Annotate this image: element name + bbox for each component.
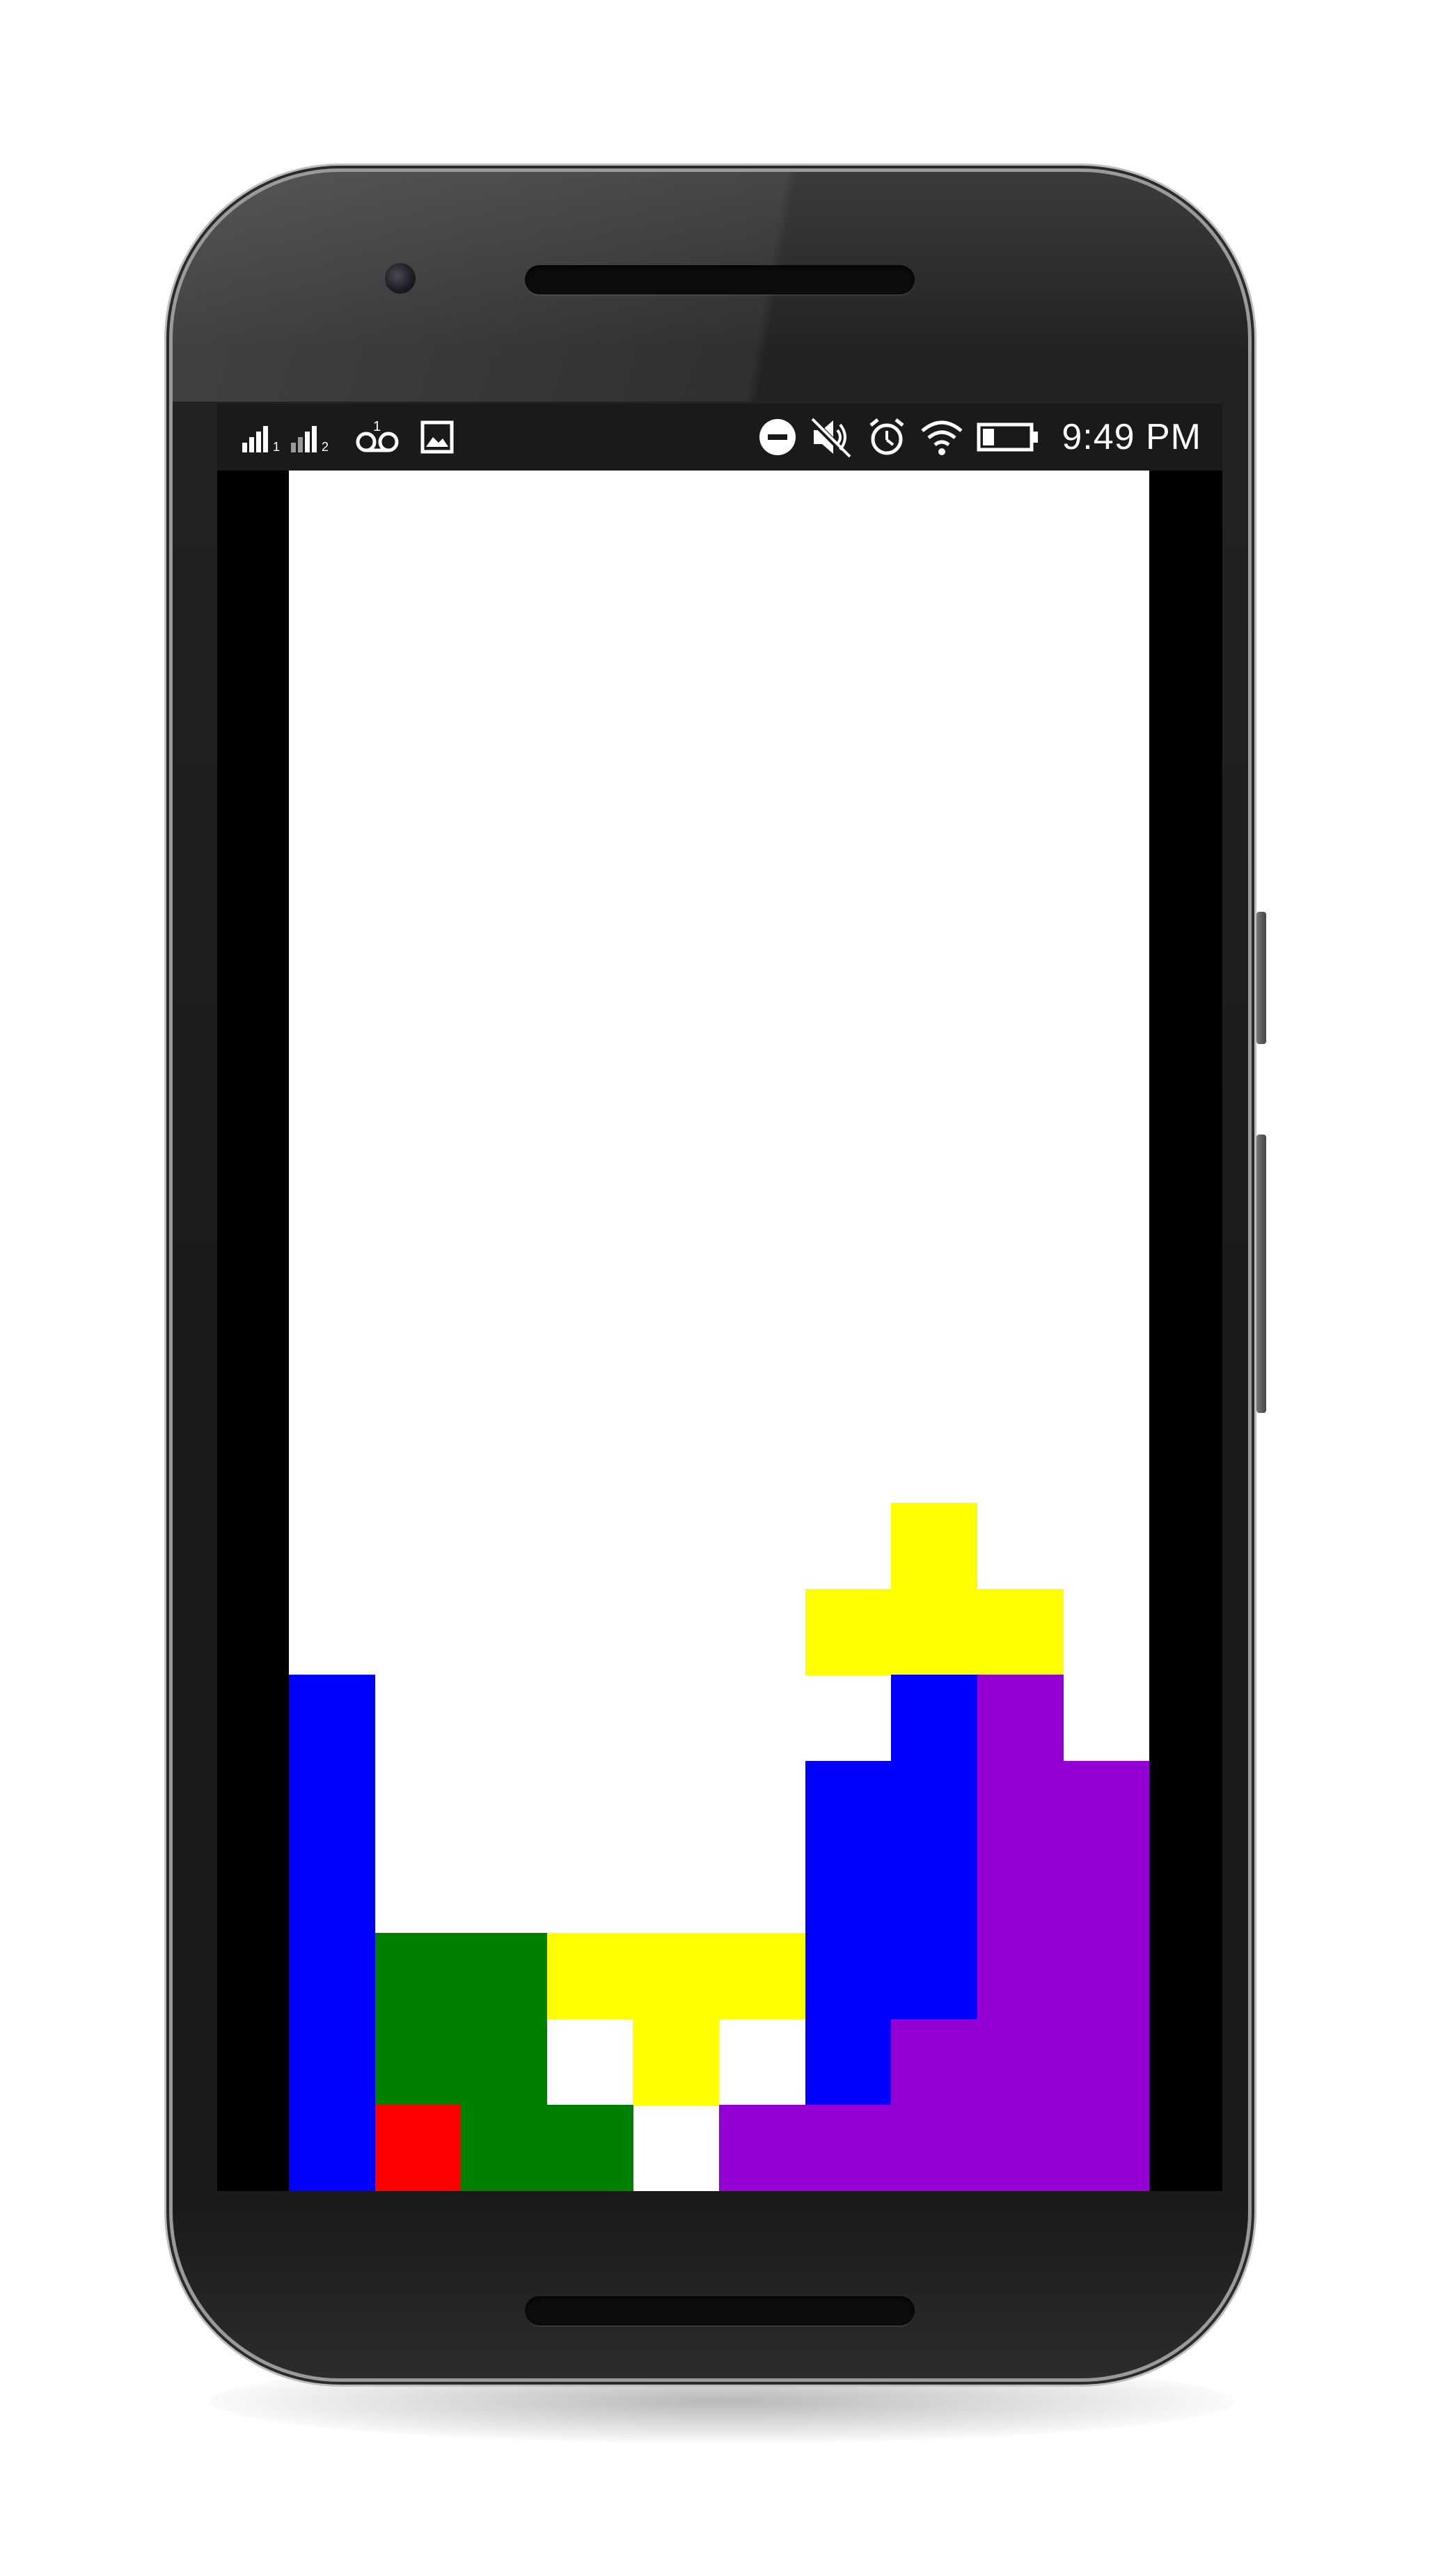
battery-icon: [977, 422, 1039, 452]
block-blue: [289, 1847, 375, 1934]
block-purple: [805, 2105, 892, 2191]
block-blue: [289, 2105, 375, 2191]
block-purple: [977, 1847, 1064, 1934]
block-blue: [891, 1847, 978, 1934]
sim1-label: 1: [273, 440, 281, 454]
block-blue: [805, 1847, 892, 1934]
status-bar-time: 9:49 PM: [1062, 417, 1201, 457]
top-speaker-grille: [525, 265, 915, 294]
block-purple: [977, 1933, 1064, 2020]
alarm-icon: [867, 417, 907, 457]
status-bar-left: 1 2 1: [242, 416, 454, 458]
block-green: [374, 1933, 462, 2020]
block-yellow: [891, 1588, 978, 1675]
power-button[interactable]: [1256, 912, 1266, 1044]
block-purple: [977, 2018, 1064, 2105]
block-blue: [289, 2018, 375, 2105]
block-red: [374, 2105, 462, 2191]
block-purple: [977, 1761, 1064, 1847]
do-not-disturb-icon: [758, 418, 797, 457]
wifi-icon: [920, 418, 964, 456]
block-green: [461, 1933, 548, 2020]
block-purple: [719, 2105, 805, 2191]
status-bar: 1 2 1 9:49 PM: [217, 404, 1222, 471]
block-blue: [805, 1933, 892, 2020]
block-purple: [977, 2105, 1064, 2191]
block-blue: [891, 1675, 978, 1762]
voicemail-icon: 1: [355, 419, 400, 455]
block-blue: [289, 1675, 375, 1762]
block-purple: [1063, 1933, 1150, 2020]
phone-body: 1 2 1 9:49 PM: [173, 172, 1248, 2378]
status-bar-right: 9:49 PM: [758, 412, 1201, 462]
svg-text:1: 1: [373, 420, 381, 434]
game-board[interactable]: [289, 471, 1150, 2191]
block-purple: [1063, 1847, 1150, 1934]
block-green: [546, 2105, 633, 2191]
sim2-label: 2: [322, 440, 329, 454]
block-green: [461, 2105, 548, 2191]
phone-screen: 1 2 1 9:49 PM: [217, 404, 1222, 2191]
block-purple: [1063, 2105, 1150, 2191]
block-yellow: [633, 2018, 720, 2105]
block-green: [374, 2018, 462, 2105]
block-green: [461, 2018, 548, 2105]
block-purple: [1063, 1761, 1150, 1847]
block-purple: [1063, 2018, 1150, 2105]
block-yellow: [805, 1588, 892, 1675]
volume-rocker[interactable]: [1256, 1135, 1266, 1413]
block-yellow: [633, 1933, 720, 2020]
block-blue: [805, 2018, 892, 2105]
block-yellow: [719, 1933, 805, 2020]
block-blue: [805, 1761, 892, 1847]
block-purple: [977, 1675, 1064, 1762]
block-yellow: [546, 1933, 633, 2020]
block-blue: [289, 1933, 375, 2020]
mute-icon: [809, 416, 854, 459]
signal-sim2-icon: 2: [291, 422, 334, 454]
block-yellow: [977, 1588, 1064, 1675]
block-purple: [891, 2018, 978, 2105]
screenshot-stage: 1 2 1 9:49 PM: [0, 0, 1443, 2576]
bottom-speaker-grille: [525, 2296, 915, 2325]
block-blue: [289, 1761, 375, 1847]
front-camera: [385, 263, 416, 294]
image-icon: [420, 420, 454, 454]
signal-sim1-icon: 1: [242, 422, 285, 454]
block-blue: [891, 1933, 978, 2020]
block-yellow: [891, 1503, 978, 1590]
block-blue: [891, 1761, 978, 1847]
block-purple: [891, 2105, 978, 2191]
